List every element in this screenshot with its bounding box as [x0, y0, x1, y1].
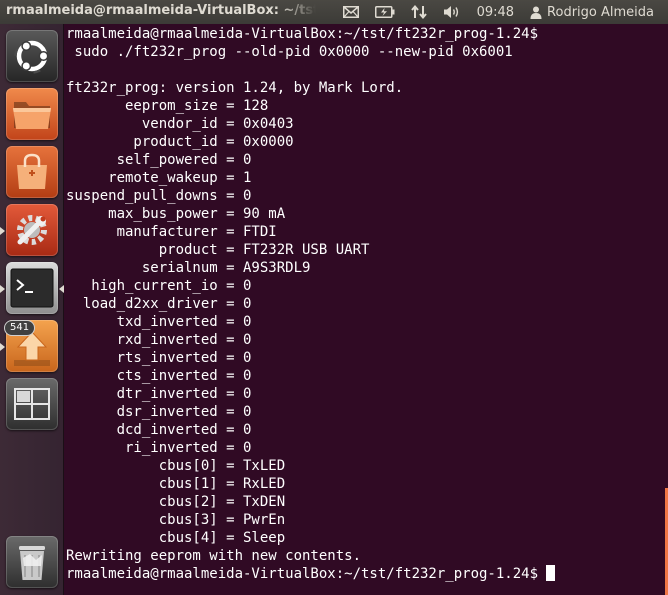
- dash-home-button[interactable]: [6, 30, 58, 82]
- terminal-line: cbus[3] = PwrEn: [66, 512, 286, 528]
- terminal-line: ri_inverted = 0: [66, 440, 252, 456]
- terminal-line: max_bus_power = 90 mA: [66, 206, 286, 222]
- clock-text: 09:48: [476, 4, 515, 20]
- text-cursor: [546, 565, 556, 581]
- trash-launcher[interactable]: [6, 536, 58, 588]
- battery-icon[interactable]: [367, 0, 403, 24]
- terminal-line: dcd_inverted = 0: [66, 422, 252, 438]
- files-launcher[interactable]: [6, 88, 58, 140]
- terminal-output[interactable]: rmaalmeida@rmaalmeida-VirtualBox:~/tst/f…: [66, 25, 556, 583]
- terminal-line: sudo ./ft232r_prog --old-pid 0x0000 --ne…: [66, 44, 513, 60]
- terminal-line: dsr_inverted = 0: [66, 404, 252, 420]
- running-indicator: [0, 227, 5, 235]
- top-panel: rmaalmeida@rmaalmeida-VirtualBox: ~/tst/…: [0, 0, 668, 24]
- terminal-line: rxd_inverted = 0: [66, 332, 252, 348]
- terminal-line: high_current_io = 0: [66, 278, 252, 294]
- mail-icon[interactable]: [335, 0, 367, 24]
- terminal-line: product = FT232R USB UART: [66, 242, 370, 258]
- shopping-bag-icon: [17, 153, 47, 189]
- terminal-line: cbus[1] = RxLED: [66, 476, 286, 492]
- network-arrows-icon[interactable]: [403, 0, 435, 24]
- terminal-icon: [10, 268, 54, 308]
- user-menu[interactable]: Rodrigo Almeida: [522, 0, 662, 24]
- system-settings-launcher[interactable]: [6, 204, 58, 256]
- user-name: Rodrigo Almeida: [547, 4, 654, 20]
- ubuntu-logo-icon: [14, 38, 50, 74]
- window-title: rmaalmeida@rmaalmeida-VirtualBox: ~/tst/…: [6, 3, 316, 18]
- indicator-area: 09:48 Rodrigo Almeida: [335, 0, 662, 24]
- terminal-line: manufacturer = FTDI: [66, 224, 277, 240]
- terminal-line: ft232r_prog: version 1.24, by Mark Lord.: [66, 80, 404, 96]
- software-center-launcher[interactable]: [6, 146, 58, 198]
- terminal-line: Rewriting eeprom with new contents.: [66, 548, 362, 564]
- terminal-window[interactable]: rmaalmeida@rmaalmeida-VirtualBox:~/tst/f…: [64, 24, 668, 595]
- terminal-launcher[interactable]: [6, 262, 58, 314]
- terminal-line: serialnum = A9S3RDL9: [66, 260, 311, 276]
- running-indicator: [0, 285, 5, 293]
- terminal-line: self_powered = 0: [66, 152, 252, 168]
- terminal-line: cbus[0] = TxLED: [66, 458, 286, 474]
- terminal-line: cts_inverted = 0: [66, 368, 252, 384]
- trash-icon: [19, 546, 45, 580]
- terminal-line: rmaalmeida@rmaalmeida-VirtualBox:~/tst/f…: [66, 26, 539, 42]
- terminal-line: txd_inverted = 0: [66, 314, 252, 330]
- workspaces-icon: [14, 388, 50, 420]
- workspace-switcher-launcher[interactable]: [6, 378, 58, 430]
- terminal-line: remote_wakeup = 1: [66, 170, 252, 186]
- terminal-line: eeprom_size = 128: [66, 98, 269, 114]
- terminal-line: dtr_inverted = 0: [66, 386, 252, 402]
- running-indicator: [0, 343, 5, 351]
- terminal-line: product_id = 0x0000: [66, 134, 294, 150]
- launcher: 541: [0, 24, 64, 595]
- terminal-line: vendor_id = 0x0403: [66, 116, 294, 132]
- terminal-line: rts_inverted = 0: [66, 350, 252, 366]
- clock-indicator[interactable]: 09:48: [469, 0, 522, 24]
- terminal-line: cbus[4] = Sleep: [66, 530, 286, 546]
- wrench-gear-icon: [17, 215, 47, 245]
- terminal-line: cbus[2] = TxDEN: [66, 494, 286, 510]
- terminal-prompt: rmaalmeida@rmaalmeida-VirtualBox:~/tst/f…: [66, 566, 539, 582]
- volume-icon[interactable]: [435, 0, 469, 24]
- user-icon: [530, 6, 542, 19]
- terminal-line: suspend_pull_downs = 0: [66, 188, 252, 204]
- folder-icon: [13, 102, 51, 129]
- update-count-badge: 541: [4, 320, 36, 336]
- terminal-line: load_d2xx_driver = 0: [66, 296, 252, 312]
